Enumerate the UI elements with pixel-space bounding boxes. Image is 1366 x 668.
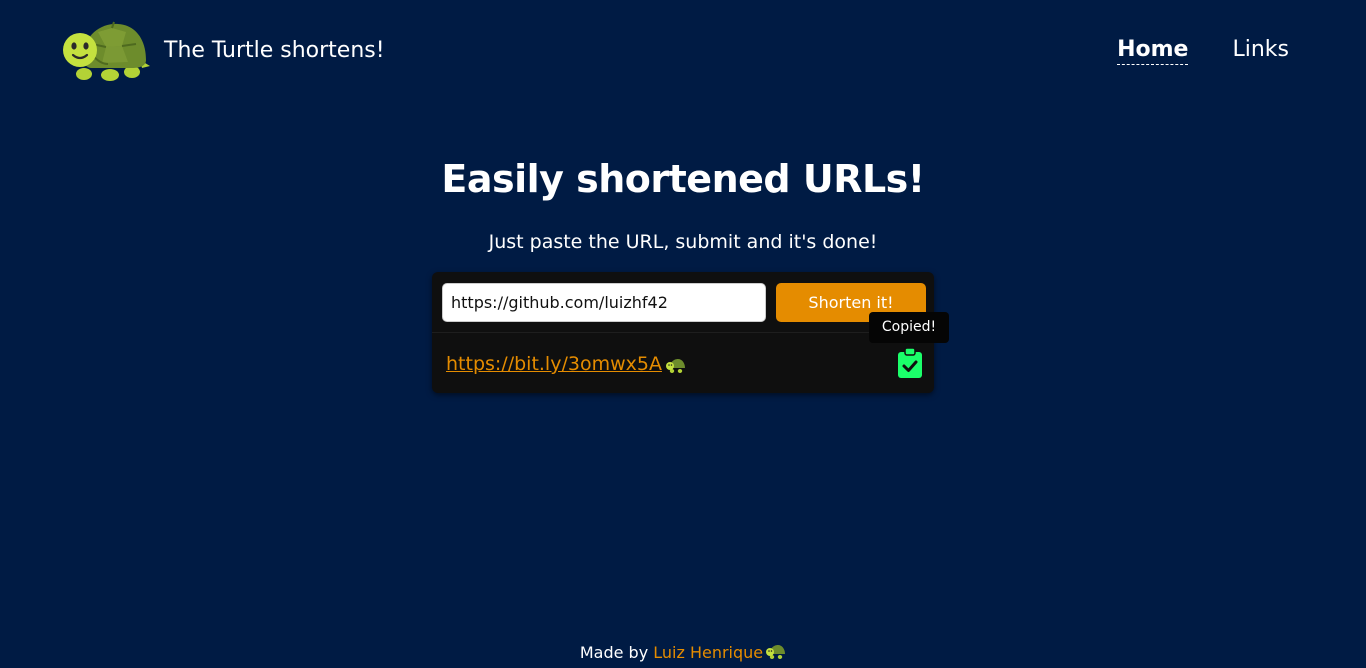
page: The Turtle shortens! Home Links Easily s… xyxy=(0,0,1366,668)
turtle-icon xyxy=(766,645,786,659)
short-url-link[interactable]: https://bit.ly/3omwx5A xyxy=(446,352,662,376)
turtle-icon[interactable] xyxy=(62,20,150,82)
author-link[interactable]: Luiz Henrique xyxy=(653,643,763,662)
page-title: Easily shortened URLs! xyxy=(441,157,925,201)
shortener-card: Shorten it! https://bit.ly/3omwx5A xyxy=(432,272,934,393)
footer: Made by Luiz Henrique xyxy=(0,641,1366,665)
turtle-icon xyxy=(666,359,685,373)
header: The Turtle shortens! Home Links xyxy=(0,0,1366,102)
url-input[interactable] xyxy=(442,283,766,322)
nav-link-home[interactable]: Home xyxy=(1117,36,1189,65)
main-nav: Home Links xyxy=(1117,36,1289,65)
clipboard-check-icon[interactable] xyxy=(897,347,923,379)
nav-link-links[interactable]: Links xyxy=(1232,36,1289,65)
copied-tooltip: Copied! xyxy=(869,312,949,343)
divider xyxy=(432,332,934,333)
footer-prefix: Made by xyxy=(579,643,654,662)
brand-title: The Turtle shortens! xyxy=(164,38,385,63)
page-subtitle: Just paste the URL, submit and it's done… xyxy=(488,231,878,253)
